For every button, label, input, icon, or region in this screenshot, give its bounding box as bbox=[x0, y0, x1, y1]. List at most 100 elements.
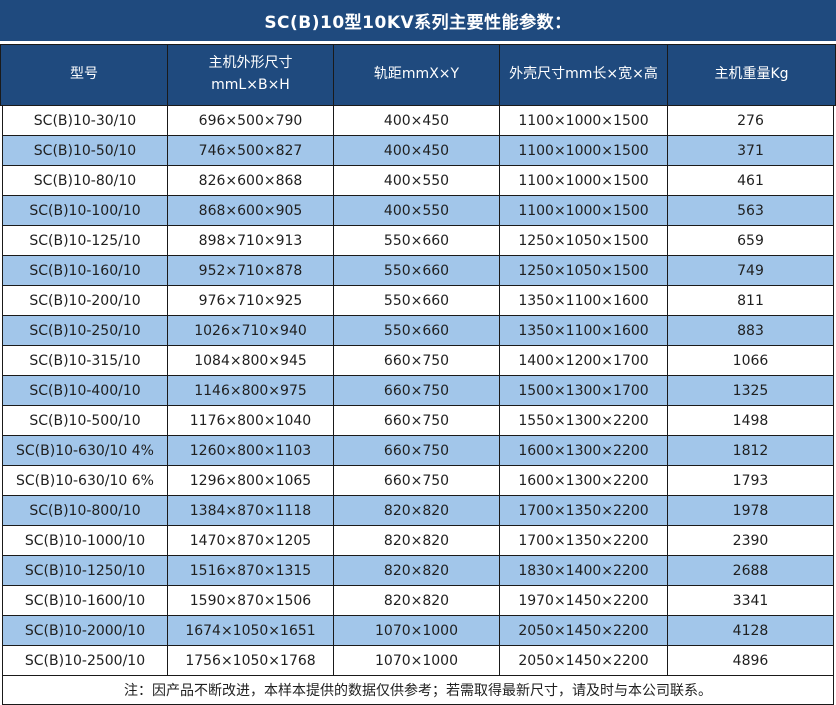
table-cell: 826×600×868 bbox=[168, 166, 334, 195]
table-cell: SC(B)10-2000/10 bbox=[3, 616, 168, 645]
table-cell: 659 bbox=[668, 226, 833, 255]
table-cell: SC(B)10-30/10 bbox=[3, 106, 168, 135]
table-cell: SC(B)10-125/10 bbox=[3, 226, 168, 255]
table-cell: SC(B)10-160/10 bbox=[3, 256, 168, 285]
table-row: SC(B)10-1250/101516×870×1315820×8201830×… bbox=[3, 556, 833, 586]
table-row: SC(B)10-125/10898×710×913550×6601250×105… bbox=[3, 226, 833, 256]
column-header-host-dimensions: 主机外形尺寸 mmL×B×H bbox=[168, 45, 334, 105]
table-cell: 550×660 bbox=[334, 226, 500, 255]
table-cell: 1400×1200×1700 bbox=[500, 346, 668, 375]
table-cell: 461 bbox=[668, 166, 833, 195]
table-row: SC(B)10-800/101384×870×1118820×8201700×1… bbox=[3, 496, 833, 526]
table-cell: 1350×1100×1600 bbox=[500, 286, 668, 315]
table-cell: 1350×1100×1600 bbox=[500, 316, 668, 345]
table-cell: 4128 bbox=[668, 616, 833, 645]
table-cell: 749 bbox=[668, 256, 833, 285]
table-cell: SC(B)10-800/10 bbox=[3, 496, 168, 525]
table-cell: 3341 bbox=[668, 586, 833, 615]
table-cell: 976×710×925 bbox=[168, 286, 334, 315]
table-cell: 660×750 bbox=[334, 436, 500, 465]
column-header-label: 型号 bbox=[70, 64, 98, 86]
table-cell: 1100×1000×1500 bbox=[500, 196, 668, 225]
table-cell: 400×550 bbox=[334, 166, 500, 195]
table-row: SC(B)10-250/101026×710×940550×6601350×11… bbox=[3, 316, 833, 346]
table-cell: 2688 bbox=[668, 556, 833, 585]
table-row: SC(B)10-50/10746×500×827400×4501100×1000… bbox=[3, 136, 833, 166]
table-cell: SC(B)10-80/10 bbox=[3, 166, 168, 195]
table-row: SC(B)10-630/10 4%1260×800×1103660×750160… bbox=[3, 436, 833, 466]
table-cell: 820×820 bbox=[334, 496, 500, 525]
table-row: SC(B)10-30/10696×500×790400×4501100×1000… bbox=[3, 106, 833, 136]
table-cell: 820×820 bbox=[334, 526, 500, 555]
table-cell: 400×450 bbox=[334, 106, 500, 135]
table-cell: 1550×1300×2200 bbox=[500, 406, 668, 435]
table-row: SC(B)10-500/101176×800×1040660×7501550×1… bbox=[3, 406, 833, 436]
table-cell: 1793 bbox=[668, 466, 833, 495]
page-title-text: SC(B)10型10KV系列主要性能参数： bbox=[264, 8, 571, 33]
table-cell: 820×820 bbox=[334, 556, 500, 585]
table-cell: 1084×800×945 bbox=[168, 346, 334, 375]
table-cell: 1600×1300×2200 bbox=[500, 436, 668, 465]
table-cell: 660×750 bbox=[334, 376, 500, 405]
column-header-rail-gauge: 轨距mmX×Y bbox=[334, 45, 500, 105]
spec-sheet-page: SC(B)10型10KV系列主要性能参数： 型号 主机外形尺寸 mmL×B×H … bbox=[0, 0, 836, 705]
table-cell: 371 bbox=[668, 136, 833, 165]
table-header-row: 型号 主机外形尺寸 mmL×B×H 轨距mmX×Y 外壳尺寸mm长×宽×高 主机… bbox=[0, 44, 836, 106]
table-row: SC(B)10-315/101084×800×945660×7501400×12… bbox=[3, 346, 833, 376]
table-cell: SC(B)10-500/10 bbox=[3, 406, 168, 435]
table-cell: 1070×1000 bbox=[334, 616, 500, 645]
table-cell: SC(B)10-100/10 bbox=[3, 196, 168, 225]
table-cell: 660×750 bbox=[334, 406, 500, 435]
table-cell: 1700×1350×2200 bbox=[500, 496, 668, 525]
table-cell: 1066 bbox=[668, 346, 833, 375]
table-cell: SC(B)10-200/10 bbox=[3, 286, 168, 315]
table-cell: 696×500×790 bbox=[168, 106, 334, 135]
column-header-sublabel: mmL×B×H bbox=[211, 75, 290, 97]
table-cell: SC(B)10-1250/10 bbox=[3, 556, 168, 585]
column-header-enclosure-dimensions: 外壳尺寸mm长×宽×高 bbox=[500, 45, 668, 105]
table-cell: 660×750 bbox=[334, 466, 500, 495]
table-cell: 1498 bbox=[668, 406, 833, 435]
footer-note-text: 注：因产品不断改进，本样本提供的数据仅供参考；若需取得最新尺寸，请及时与本公司联… bbox=[124, 680, 712, 700]
table-cell: SC(B)10-630/10 4% bbox=[3, 436, 168, 465]
table-row: SC(B)10-2000/101674×1050×16511070×100020… bbox=[3, 616, 833, 646]
table-cell: 1026×710×940 bbox=[168, 316, 334, 345]
table-cell: 550×660 bbox=[334, 256, 500, 285]
table-cell: 1384×870×1118 bbox=[168, 496, 334, 525]
column-header-label: 主机外形尺寸 bbox=[209, 53, 293, 75]
table-cell: 563 bbox=[668, 196, 833, 225]
table-cell: 1590×870×1506 bbox=[168, 586, 334, 615]
table-cell: 1100×1000×1500 bbox=[500, 136, 668, 165]
column-header-label: 轨距mmX×Y bbox=[374, 64, 459, 86]
table-cell: 400×450 bbox=[334, 136, 500, 165]
table-cell: 1100×1000×1500 bbox=[500, 106, 668, 135]
table-row: SC(B)10-630/10 6%1296×800×1065660×750160… bbox=[3, 466, 833, 496]
table-cell: SC(B)10-630/10 6% bbox=[3, 466, 168, 495]
table-cell: 1500×1300×1700 bbox=[500, 376, 668, 405]
table-cell: 1600×1300×2200 bbox=[500, 466, 668, 495]
table-cell: 276 bbox=[668, 106, 833, 135]
table-cell: 550×660 bbox=[334, 286, 500, 315]
table-cell: 1978 bbox=[668, 496, 833, 525]
table-cell: 1325 bbox=[668, 376, 833, 405]
table-cell: SC(B)10-2500/10 bbox=[3, 646, 168, 675]
table-cell: 400×550 bbox=[334, 196, 500, 225]
table-cell: 1470×870×1205 bbox=[168, 526, 334, 555]
table-cell: 868×600×905 bbox=[168, 196, 334, 225]
table-cell: 1100×1000×1500 bbox=[500, 166, 668, 195]
table-cell: 550×660 bbox=[334, 316, 500, 345]
table-row: SC(B)10-80/10826×600×868400×5501100×1000… bbox=[3, 166, 833, 196]
table-cell: 4896 bbox=[668, 646, 833, 675]
column-header-label: 主机重量Kg bbox=[714, 64, 788, 86]
table-cell: 820×820 bbox=[334, 586, 500, 615]
table-cell: 1970×1450×2200 bbox=[500, 586, 668, 615]
table-cell: 811 bbox=[668, 286, 833, 315]
table-body: SC(B)10-30/10696×500×790400×4501100×1000… bbox=[2, 106, 834, 676]
table-cell: 1296×800×1065 bbox=[168, 466, 334, 495]
table-cell: 1700×1350×2200 bbox=[500, 526, 668, 555]
table-row: SC(B)10-400/101146×800×975660×7501500×13… bbox=[3, 376, 833, 406]
table-row: SC(B)10-100/10868×600×905400×5501100×100… bbox=[3, 196, 833, 226]
table-cell: SC(B)10-315/10 bbox=[3, 346, 168, 375]
table-cell: 1516×870×1315 bbox=[168, 556, 334, 585]
table-cell: SC(B)10-250/10 bbox=[3, 316, 168, 345]
